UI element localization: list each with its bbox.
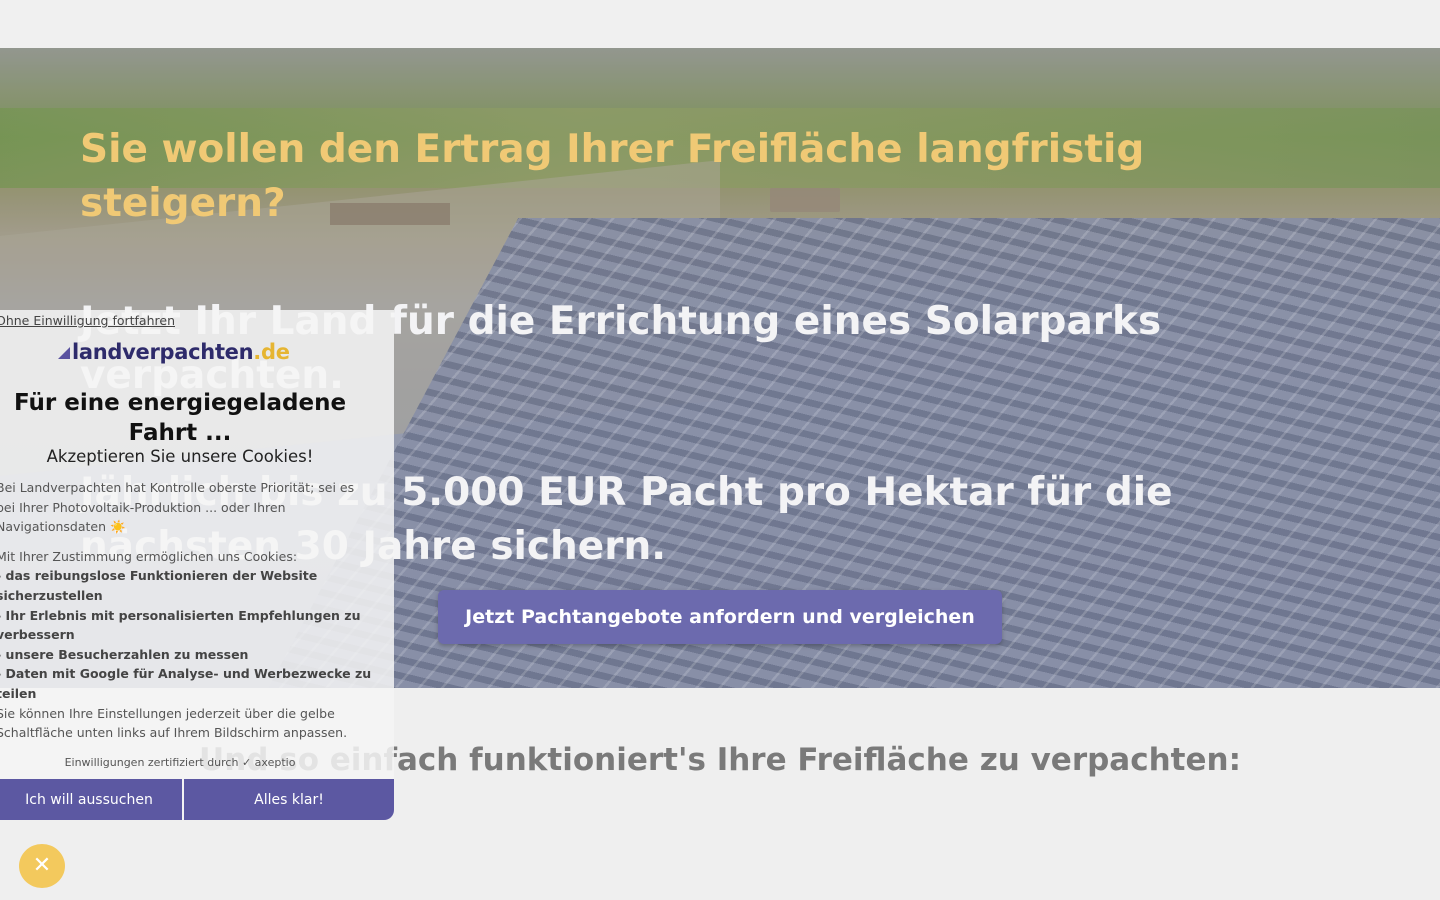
cookie-purpose-intro: Mit Ihrer Zustimmung ermöglichen uns Coo… xyxy=(0,548,298,564)
cookie-consent-dialog: Ohne Einwilligung fortfahren landverpach… xyxy=(0,310,394,820)
accept-cookies-button[interactable]: Alles klar! xyxy=(184,779,394,820)
logo-tld: .de xyxy=(253,340,290,364)
cookie-title: Für eine energiegeladene Fahrt ... xyxy=(13,390,347,446)
cookie-purpose-item: - Daten mit Google für Analyse- und Werb… xyxy=(0,666,372,701)
choose-cookies-button[interactable]: Ich will aussuchen xyxy=(0,779,182,820)
top-bar xyxy=(0,0,1440,48)
cookie-subtitle: Akzeptieren Sie unsere Cookies! xyxy=(46,447,314,466)
logo-mark-icon xyxy=(58,347,70,359)
continue-without-consent-link[interactable]: Ohne Einwilligung fortfahren xyxy=(0,313,175,328)
cookie-settings-toggle[interactable]: ✕ xyxy=(19,844,65,888)
landverpachten-logo: landverpachten.de xyxy=(58,340,290,364)
hero-headline-question: Sie wollen den Ertrag Ihrer Freifläche l… xyxy=(80,127,1145,226)
cookie-intro: Bei Landverpachten hat Kontrolle oberste… xyxy=(0,480,355,535)
cookie-purpose-item: - Ihr Erlebnis mit personalisierten Empf… xyxy=(0,607,361,643)
cookie-settings-note: Sie können Ihre Einstellungen jederzeit … xyxy=(0,705,348,741)
axeptio-certified-label: Einwilligungen zertifiziert durch ✓ axep… xyxy=(64,756,296,769)
logo-name: landverpachten xyxy=(72,340,254,364)
cookie-body: Bei Landverpachten hat Kontrolle oberste… xyxy=(0,478,374,743)
cookie-purpose-item: - das reibungslose Funktionieren der Web… xyxy=(0,568,318,603)
close-icon: ✕ xyxy=(32,853,52,878)
cookie-purpose-item: - unsere Besucherzahlen zu messen xyxy=(0,646,249,662)
request-offers-button[interactable]: Jetzt Pachtangebote anfordern und vergle… xyxy=(438,590,1002,644)
